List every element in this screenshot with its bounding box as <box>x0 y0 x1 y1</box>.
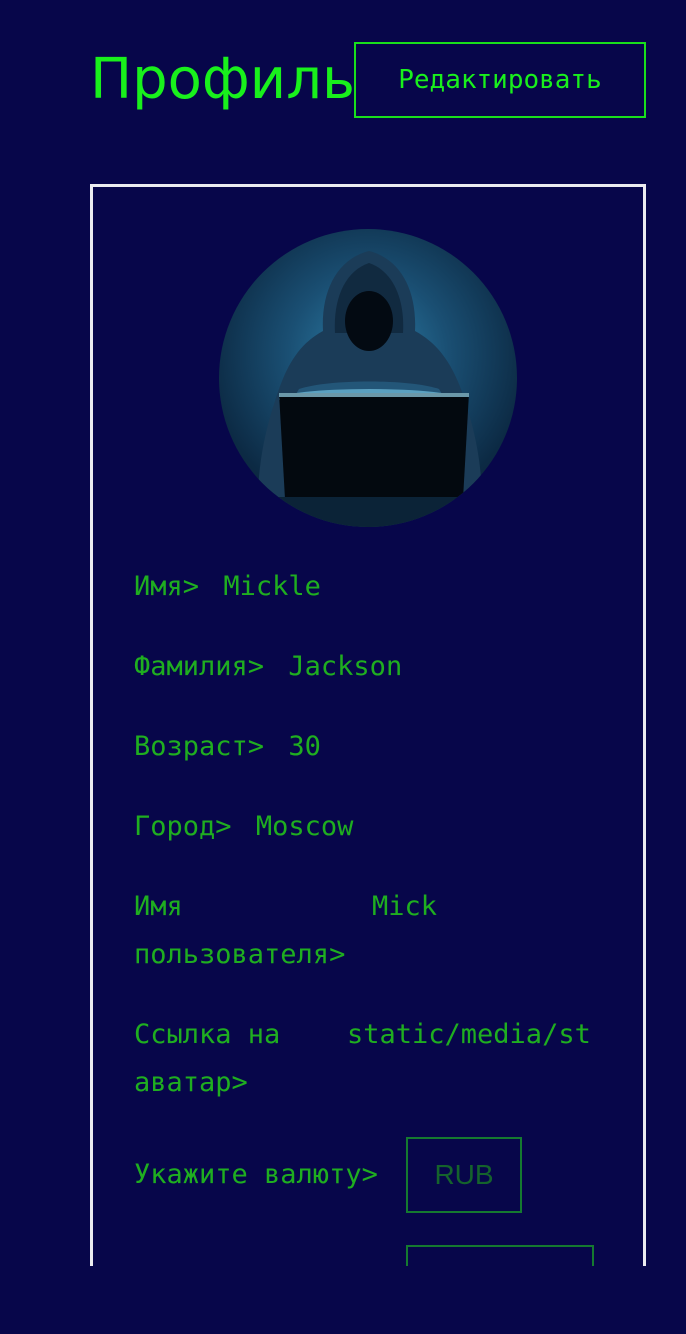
profile-card: Имя> Mickle Фамилия> Jackson Возраст> 30… <box>90 184 646 1266</box>
first-name-row: Имя> Mickle <box>134 563 321 611</box>
username-value: Mick <box>372 891 438 922</box>
age-value: 30 <box>288 731 321 762</box>
last-name-label: Фамилия> <box>134 651 265 682</box>
first-name-label: Имя> <box>134 571 200 602</box>
first-name-value: Mickle <box>223 571 321 602</box>
page-title: Профиль <box>90 47 355 112</box>
avatar <box>219 229 517 527</box>
last-name-row: Фамилия> Jackson <box>134 643 402 691</box>
currency-input[interactable] <box>406 1137 522 1213</box>
avatar-link-label: Ссылка на аватар> <box>134 1019 281 1098</box>
edit-button[interactable]: Редактировать <box>354 42 646 118</box>
age-row: Возраст> 30 <box>134 723 321 771</box>
next-field-box[interactable] <box>406 1245 594 1266</box>
hacker-avatar-icon <box>219 251 517 527</box>
city-row: Город> Moscow <box>134 803 353 851</box>
username-label: Имя пользователя> <box>134 891 346 970</box>
city-value: Moscow <box>255 811 354 842</box>
currency-label: Укажите валюту> <box>134 1159 378 1190</box>
city-label: Город> <box>134 811 232 842</box>
last-name-value: Jackson <box>288 651 403 682</box>
avatar-link-value: static/media/st <box>347 1019 591 1050</box>
age-label: Возраст> <box>134 731 265 762</box>
